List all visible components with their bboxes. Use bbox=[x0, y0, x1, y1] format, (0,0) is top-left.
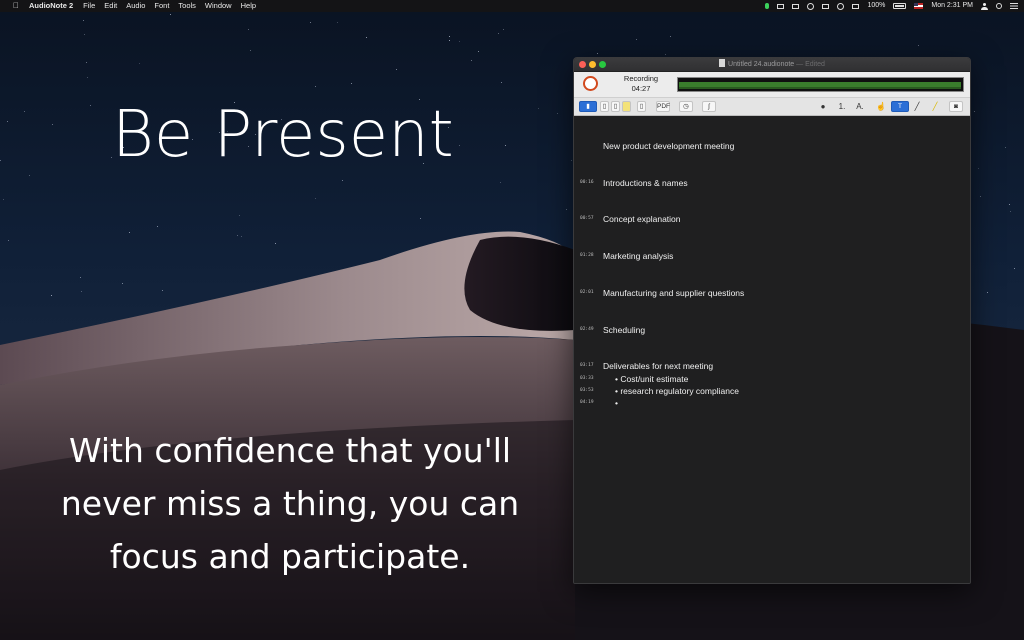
note-text[interactable]: Concept explanation bbox=[603, 213, 681, 225]
menu-file[interactable]: File bbox=[83, 0, 95, 12]
menu-tools[interactable]: Tools bbox=[178, 0, 196, 12]
status-area: 100% Mon 2:31 PM bbox=[765, 0, 1018, 12]
text-tool-icon[interactable]: T bbox=[891, 101, 909, 112]
sticky-note-button[interactable] bbox=[622, 101, 631, 112]
note-text[interactable]: Scheduling bbox=[603, 324, 645, 336]
recording-indicator-icon[interactable] bbox=[765, 3, 770, 9]
dropbox-icon[interactable] bbox=[777, 3, 785, 9]
note-text[interactable]: Manufacturing and supplier questions bbox=[603, 287, 744, 299]
volume-icon[interactable] bbox=[852, 3, 860, 9]
apple-menu-icon[interactable]:  bbox=[11, 1, 21, 11]
menu-window[interactable]: Window bbox=[205, 0, 232, 12]
time-machine-icon[interactable] bbox=[807, 2, 815, 10]
note-timestamp[interactable]: 02:01 bbox=[580, 287, 600, 299]
note-timestamp[interactable]: 02:49 bbox=[580, 324, 600, 336]
bullet-timestamp[interactable]: 03:53 bbox=[580, 385, 600, 397]
menubar-clock[interactable]: Mon 2:31 PM bbox=[931, 0, 973, 12]
highlighter-icon[interactable]: ╱ bbox=[930, 101, 940, 112]
bullet-text[interactable]: • Cost/unit estimate bbox=[615, 373, 688, 385]
wifi-icon[interactable] bbox=[837, 2, 845, 10]
pen-tool-icon[interactable]: ╱ bbox=[912, 101, 922, 112]
recording-status: Recording 04:27 bbox=[616, 74, 666, 94]
note-row[interactable]: 01:28 Marketing analysis bbox=[574, 250, 970, 262]
window-title: Untitled 24.audionote — Edited bbox=[574, 58, 970, 71]
menu-font[interactable]: Font bbox=[154, 0, 169, 12]
note-text[interactable]: Deliverables for next meeting bbox=[603, 360, 713, 372]
note-text[interactable]: New product development meeting bbox=[603, 140, 734, 152]
bullet-list-button[interactable]: ● bbox=[818, 101, 828, 112]
bullet-text[interactable]: • research regulatory compliance bbox=[615, 385, 739, 397]
note-row[interactable]: 03:17 Deliverables for next meeting bbox=[574, 360, 970, 372]
note-row[interactable]: 02:49 Scheduling bbox=[574, 324, 970, 336]
battery-icon[interactable] bbox=[893, 3, 907, 9]
menu-help[interactable]: Help bbox=[241, 0, 256, 12]
bullet-row[interactable]: 04:19 • bbox=[574, 397, 970, 409]
numbered-list-button[interactable]: 1. bbox=[836, 101, 848, 112]
record-button[interactable] bbox=[583, 76, 598, 91]
menu-bar:  AudioNote 2 File Edit Audio Font Tools… bbox=[0, 0, 1024, 12]
airplay-icon[interactable] bbox=[792, 3, 800, 9]
bullet-text[interactable]: • bbox=[615, 397, 618, 409]
user-icon[interactable] bbox=[981, 2, 988, 10]
note-row[interactable]: New product development meeting bbox=[574, 140, 970, 152]
note-text[interactable]: Introductions & names bbox=[603, 177, 688, 189]
menu-app-name[interactable]: AudioNote 2 bbox=[29, 0, 73, 12]
display-icon[interactable] bbox=[822, 3, 830, 9]
window-titlebar[interactable]: Untitled 24.audionote — Edited bbox=[574, 58, 970, 72]
recording-label: Recording bbox=[623, 74, 659, 83]
bullet-row[interactable]: 03:33 • Cost/unit estimate bbox=[574, 373, 970, 385]
recording-toolbar: Recording 04:27 bbox=[574, 72, 970, 98]
audio-level-meter bbox=[677, 77, 964, 92]
note-row[interactable]: 00:16 Introductions & names bbox=[574, 177, 970, 189]
bullet-timestamp[interactable]: 04:19 bbox=[580, 397, 600, 409]
note-text[interactable]: Marketing analysis bbox=[603, 250, 673, 262]
note-timestamp[interactable]: 00:57 bbox=[580, 213, 600, 225]
notification-center-icon[interactable] bbox=[1010, 3, 1018, 9]
input-source-flag-icon[interactable] bbox=[914, 3, 924, 9]
font-button[interactable]: A. bbox=[854, 101, 866, 112]
export-pdf-button[interactable]: PDF bbox=[656, 101, 670, 112]
notes-area[interactable]: New product development meeting 00:16 Intr… bbox=[574, 116, 970, 583]
bullet-row[interactable]: 03:53 • research regulatory compliance bbox=[574, 385, 970, 397]
tagline: With confidence that you'll never miss a… bbox=[60, 431, 520, 576]
note-row[interactable]: 00:57 Concept explanation bbox=[574, 213, 970, 225]
edited-indicator: — Edited bbox=[796, 61, 825, 68]
spotlight-search-icon[interactable] bbox=[996, 3, 1002, 9]
note-timestamp[interactable]: 00:16 bbox=[580, 177, 600, 189]
menu-edit[interactable]: Edit bbox=[104, 0, 117, 12]
split-view-button[interactable]: ▯ bbox=[611, 101, 620, 112]
audio-link-icon[interactable]: ʃ bbox=[702, 101, 716, 112]
timestamp-clock-icon[interactable]: ◷ bbox=[679, 101, 693, 112]
note-timestamp[interactable]: 01:28 bbox=[580, 250, 600, 262]
battery-percent[interactable]: 100% bbox=[867, 0, 885, 12]
note-row[interactable]: 02:01 Manufacturing and supplier question… bbox=[574, 287, 970, 299]
format-toolbar: ▮ ▯ ▯ ▯ PDF ◷ ʃ ● 1. A. ☝ T ╱ ╱ ◙ bbox=[574, 98, 970, 116]
note-timestamp[interactable]: 03:17 bbox=[580, 360, 600, 372]
window-title-text: Untitled 24.audionote bbox=[728, 61, 795, 68]
document-icon bbox=[719, 59, 726, 67]
hand-tool-icon[interactable]: ☝ bbox=[876, 101, 886, 112]
headline: Be Present bbox=[112, 98, 454, 172]
notes-view-button[interactable]: ▮ bbox=[579, 101, 597, 112]
bullet-timestamp[interactable]: 03:33 bbox=[580, 373, 600, 385]
page-layout-button[interactable]: ▯ bbox=[637, 101, 646, 112]
page-view-button[interactable]: ▯ bbox=[600, 101, 609, 112]
audio-level-fill-secondary bbox=[679, 87, 961, 89]
camera-icon[interactable]: ◙ bbox=[949, 101, 963, 112]
audionote-window: Untitled 24.audionote — Edited Recording… bbox=[573, 57, 971, 584]
recording-time: 04:27 bbox=[631, 84, 651, 93]
menu-audio[interactable]: Audio bbox=[126, 0, 145, 12]
